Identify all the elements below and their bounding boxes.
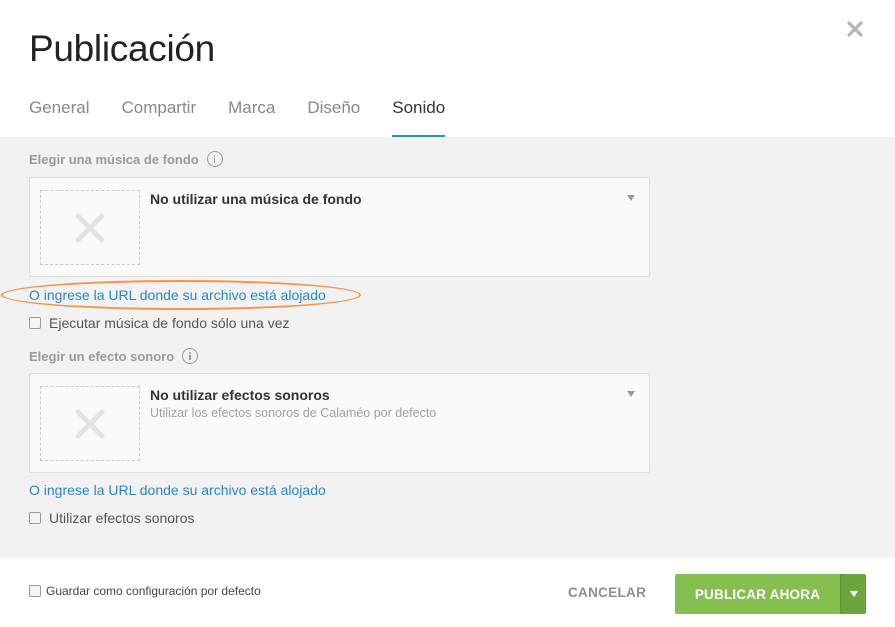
music-section-label: Elegir una música de fondo (29, 151, 223, 167)
effects-thumbnail (40, 386, 140, 461)
chevron-down-icon (849, 591, 858, 597)
music-thumbnail (40, 190, 140, 265)
tab-diseno[interactable]: Diseño (307, 98, 360, 137)
effects-section-label: Elegir un efecto sonoro (29, 348, 199, 364)
music-once-label: Ejecutar música de fondo sólo una vez (49, 315, 290, 331)
effects-section-label-text: Elegir un efecto sonoro (29, 348, 175, 364)
cancel-button[interactable]: CANCELAR (568, 585, 646, 600)
effects-checkbox[interactable] (29, 512, 41, 524)
music-once-checkbox-row[interactable]: Ejecutar música de fondo sólo una vez (29, 315, 289, 331)
publish-button[interactable]: PUBLICAR AHORA (675, 574, 840, 614)
music-section-label-text: Elegir una música de fondo (29, 151, 199, 167)
effects-url-link[interactable]: O ingrese la URL donde su archivo está a… (29, 482, 326, 498)
chevron-down-icon (627, 195, 635, 201)
tab-general[interactable]: General (29, 98, 89, 137)
music-selected-value: No utilizar una música de fondo (150, 191, 362, 207)
info-icon[interactable] (206, 151, 223, 167)
x-placeholder-icon (75, 409, 105, 439)
publish-options-button[interactable] (840, 574, 866, 614)
save-default-checkbox[interactable] (29, 585, 41, 597)
music-select[interactable]: No utilizar una música de fondo (29, 177, 650, 277)
effects-selected-value: No utilizar efectos sonoros (150, 387, 330, 403)
close-icon[interactable] (845, 19, 865, 39)
tab-compartir[interactable]: Compartir (121, 98, 196, 137)
dialog-footer: Guardar como configuración por defecto C… (0, 558, 895, 627)
info-icon[interactable] (182, 348, 199, 364)
effects-checkbox-label: Utilizar efectos sonoros (49, 510, 195, 526)
tab-sonido[interactable]: Sonido (392, 98, 445, 137)
effects-checkbox-row[interactable]: Utilizar efectos sonoros (29, 510, 195, 526)
chevron-down-icon (627, 391, 635, 397)
x-placeholder-icon (75, 213, 105, 243)
effects-selected-subtitle: Utilizar los efectos sonoros de Calaméo … (150, 406, 437, 420)
effects-select[interactable]: No utilizar efectos sonoros Utilizar los… (29, 373, 650, 473)
dialog-header: Publicación General Compartir Marca Dise… (0, 0, 895, 137)
dialog-body: Elegir una música de fondo No utilizar u… (0, 137, 895, 558)
music-url-link[interactable]: O ingrese la URL donde su archivo está a… (29, 287, 326, 303)
publish-button-group: PUBLICAR AHORA (675, 574, 866, 614)
save-default-label: Guardar como configuración por defecto (46, 584, 261, 598)
tab-marca[interactable]: Marca (228, 98, 275, 137)
save-default-checkbox-row[interactable]: Guardar como configuración por defecto (29, 584, 261, 598)
music-once-checkbox[interactable] (29, 317, 41, 329)
page-title: Publicación (29, 28, 215, 69)
tab-bar: General Compartir Marca Diseño Sonido (29, 98, 477, 137)
